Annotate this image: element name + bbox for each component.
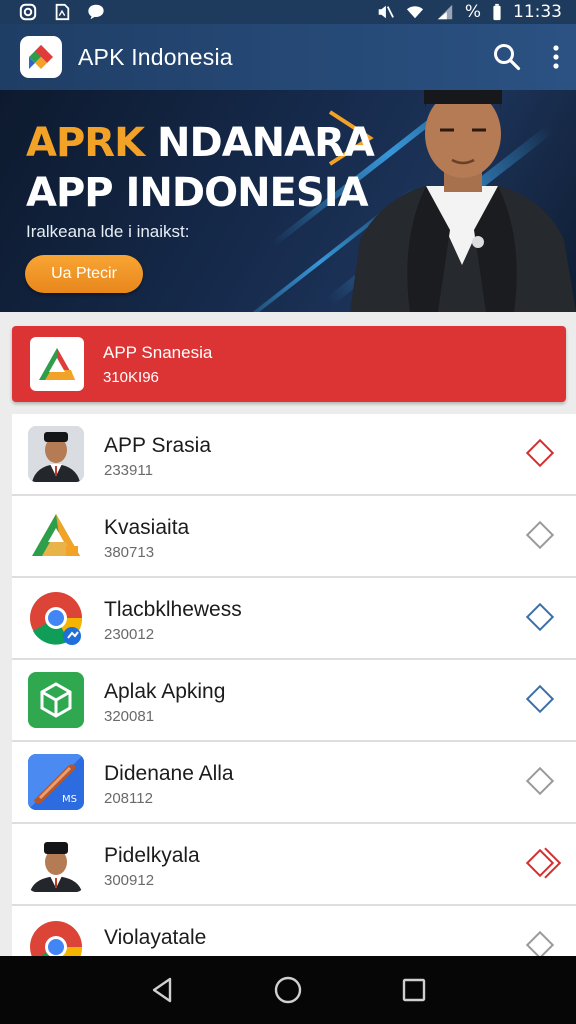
blue-scroll-icon: MS bbox=[28, 754, 84, 810]
triangle-logo-icon bbox=[30, 337, 84, 391]
diamond-icon[interactable] bbox=[525, 438, 555, 468]
banner-headline-line2: APP INDONESIA bbox=[26, 170, 369, 216]
banner-headline-rest: NDANARA bbox=[157, 120, 375, 166]
search-icon[interactable] bbox=[492, 42, 522, 72]
list-item-title: Didenane Alla bbox=[104, 762, 234, 785]
diamond-icon[interactable] bbox=[525, 848, 555, 878]
list-item-subtitle: 380713 bbox=[104, 544, 155, 561]
list-item[interactable]: Aplak Apking 320081 bbox=[12, 660, 576, 742]
triangle-logo-icon bbox=[28, 508, 84, 564]
chat-bubble-icon bbox=[88, 4, 104, 20]
banner-headline: APRK NDANARA bbox=[26, 120, 375, 166]
diamond-icon[interactable] bbox=[525, 520, 555, 550]
app-bar: APK Indonesia bbox=[0, 24, 576, 90]
svg-text:MS: MS bbox=[62, 794, 77, 805]
recents-icon[interactable] bbox=[401, 977, 427, 1003]
home-icon[interactable] bbox=[273, 975, 303, 1005]
diamond-icon[interactable] bbox=[525, 766, 555, 796]
list-item-title: Violayatale bbox=[104, 926, 207, 949]
promo-banner[interactable]: APRK NDANARA APP INDONESIA Iralkeana lde… bbox=[0, 90, 576, 312]
portrait-icon bbox=[28, 836, 84, 892]
list-item[interactable]: Violayatale bbox=[12, 906, 576, 956]
list-item[interactable]: Kvasiaita 380713 bbox=[12, 496, 576, 578]
clock: 11:33 bbox=[513, 2, 562, 22]
list-item[interactable]: Tlacbklhewess 230012 bbox=[12, 578, 576, 660]
app-logo-icon[interactable] bbox=[20, 36, 62, 78]
battery-icon bbox=[493, 3, 501, 21]
chrome-icon bbox=[28, 590, 84, 646]
chrome-icon bbox=[28, 919, 84, 956]
navigation-bar bbox=[0, 956, 576, 1024]
status-bar: % 11:33 bbox=[0, 0, 576, 24]
list-item-subtitle: 233911 bbox=[104, 462, 153, 479]
list-item[interactable]: MS Didenane Alla 208112 bbox=[12, 742, 576, 824]
list-item-subtitle: 300912 bbox=[104, 872, 155, 889]
green-cube-icon bbox=[28, 672, 84, 728]
app-list: APP Srasia 233911 Kvasiaita 380713 Tlacb… bbox=[12, 414, 576, 956]
banner-cta-button[interactable]: Ua Ptecir bbox=[25, 255, 143, 293]
wifi-icon bbox=[406, 6, 423, 19]
list-item-subtitle: 320081 bbox=[104, 708, 155, 725]
featured-app-card[interactable]: APP Snanesia 310KI96 bbox=[12, 326, 566, 402]
list-item[interactable]: APP Srasia 233911 bbox=[12, 414, 576, 496]
list-item[interactable]: Pidelkyala 300912 bbox=[12, 824, 576, 906]
list-item-title: Aplak Apking bbox=[104, 680, 226, 703]
banner-subtitle: Iralkeana lde i inaikst: bbox=[26, 222, 190, 241]
portrait-icon bbox=[28, 426, 84, 482]
diamond-icon[interactable] bbox=[525, 684, 555, 714]
document-icon bbox=[55, 3, 70, 21]
list-item-subtitle: 208112 bbox=[104, 790, 153, 807]
more-vert-icon[interactable] bbox=[552, 44, 560, 70]
diamond-icon[interactable] bbox=[525, 930, 555, 956]
diamond-icon[interactable] bbox=[525, 602, 555, 632]
list-item-title: Pidelkyala bbox=[104, 844, 200, 867]
list-item-title: APP Srasia bbox=[104, 434, 211, 457]
battery-indicator: % bbox=[464, 2, 481, 22]
app-title: APK Indonesia bbox=[78, 43, 233, 70]
signal-icon bbox=[437, 4, 453, 20]
banner-portrait-image bbox=[350, 90, 576, 312]
banner-headline-accent: APRK bbox=[26, 120, 145, 166]
list-item-subtitle: 230012 bbox=[104, 626, 155, 643]
list-item-title: Tlacbklhewess bbox=[104, 598, 242, 621]
mute-icon bbox=[378, 5, 394, 19]
back-icon[interactable] bbox=[149, 976, 175, 1004]
featured-title: APP Snanesia bbox=[103, 342, 213, 362]
featured-subtitle: 310KI96 bbox=[103, 368, 159, 386]
instagram-icon bbox=[19, 3, 37, 21]
list-item-title: Kvasiaita bbox=[104, 516, 190, 539]
